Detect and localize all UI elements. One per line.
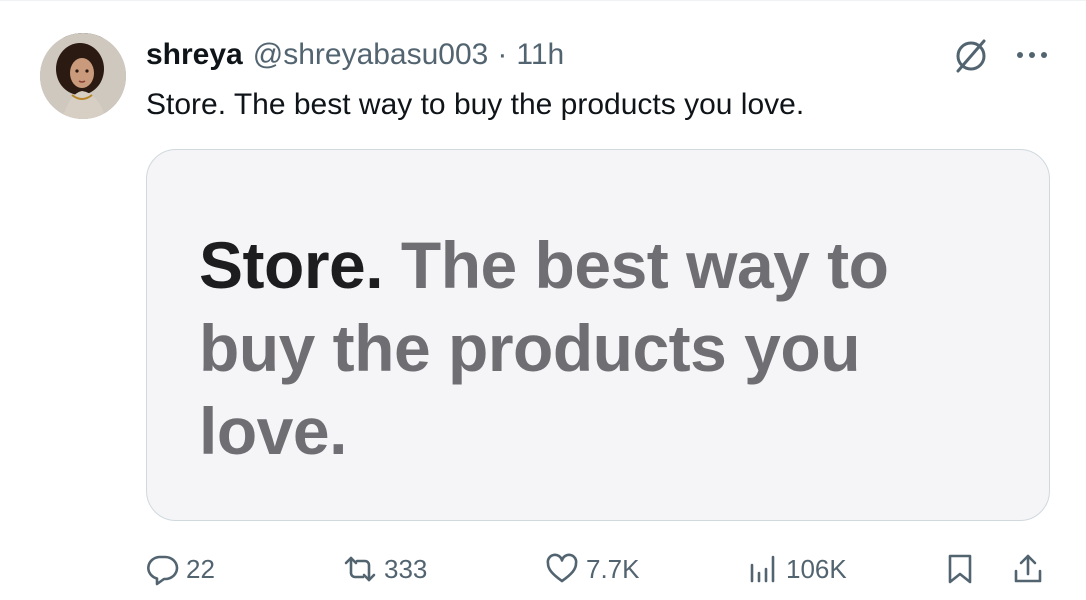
separator-dot: · [497, 38, 508, 71]
share-button[interactable] [1010, 551, 1052, 587]
reply-icon [144, 551, 180, 587]
avatar[interactable] [40, 33, 126, 119]
action-bar: 22 333 7.7K 106K [0, 541, 1086, 597]
grok-icon[interactable] [950, 35, 992, 77]
reply-count: 22 [186, 553, 215, 584]
more-icon[interactable] [1010, 37, 1054, 73]
like-count: 7.7K [586, 553, 640, 584]
media-card[interactable]: Store. The best way to buy the products … [146, 149, 1050, 521]
bookmark-button[interactable] [942, 551, 984, 587]
card-headline-strong: Store. [199, 228, 384, 302]
heart-icon [544, 551, 580, 587]
post-text: Store. The best way to buy the products … [146, 88, 805, 121]
view-count: 106K [786, 553, 847, 584]
tweet-header: shreya @shreyabasu003 · 11h [146, 35, 564, 75]
reply-button[interactable]: 22 [144, 551, 215, 587]
author-name[interactable]: shreya [146, 35, 243, 75]
bookmark-icon [942, 551, 978, 587]
repost-count: 333 [384, 553, 428, 584]
like-button[interactable]: 7.7K [544, 551, 640, 587]
repost-icon [342, 551, 378, 587]
analytics-icon [744, 551, 780, 587]
repost-button[interactable]: 333 [342, 551, 427, 587]
share-icon [1010, 551, 1046, 587]
post-time[interactable]: 11h [516, 35, 564, 75]
views-button[interactable]: 106K [744, 551, 847, 587]
author-handle[interactable]: @shreyabasu003 [253, 35, 489, 75]
card-headline: Store. The best way to buy the products … [199, 224, 959, 473]
tweet: shreya @shreyabasu003 · 11h Store. The b… [0, 0, 1086, 600]
avatar-image [40, 33, 126, 119]
